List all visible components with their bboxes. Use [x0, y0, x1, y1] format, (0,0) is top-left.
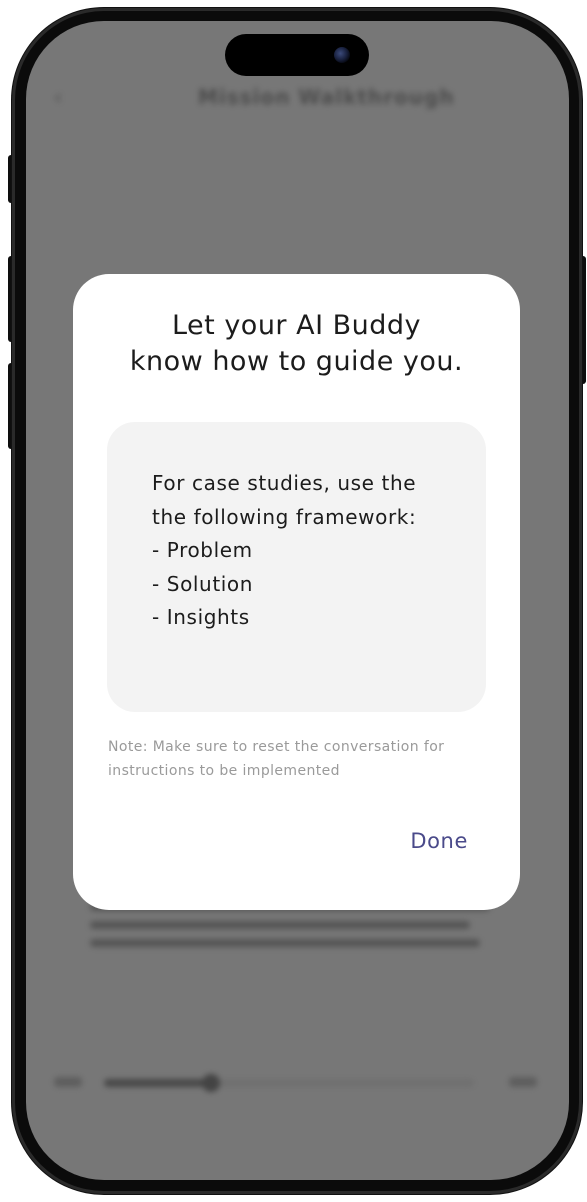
elapsed-time: [54, 1077, 82, 1087]
background-text-block: [90, 903, 490, 957]
background-audio-player: [46, 1073, 549, 1097]
reset-note: Note: Make sure to reset the conversatio…: [108, 739, 445, 779]
chevron-left-icon: ‹: [54, 85, 62, 109]
total-time: [509, 1077, 537, 1087]
camera-icon: [334, 47, 350, 63]
done-button[interactable]: Done: [410, 829, 468, 853]
dynamic-island: [225, 34, 369, 76]
instructions-text[interactable]: For case studies, use the the following …: [152, 467, 456, 635]
progress-thumb: [202, 1074, 221, 1092]
device-mockup: ‹ Mission Walkthrough Let your AI Buddy …: [0, 0, 587, 1202]
dialog-title: Let your AI Buddy know how to guide you.: [129, 310, 464, 377]
progress-fill: [104, 1079, 212, 1087]
background-page-title: Mission Walkthrough: [198, 85, 455, 109]
background-text-line: [90, 939, 480, 947]
instructions-dialog: Let your AI Buddy know how to guide you.…: [73, 274, 520, 910]
background-text-line: [90, 921, 470, 929]
instructions-input[interactable]: For case studies, use the the following …: [107, 422, 486, 712]
phone-screen: ‹ Mission Walkthrough Let your AI Buddy …: [26, 21, 569, 1180]
progress-track: [104, 1074, 474, 1092]
